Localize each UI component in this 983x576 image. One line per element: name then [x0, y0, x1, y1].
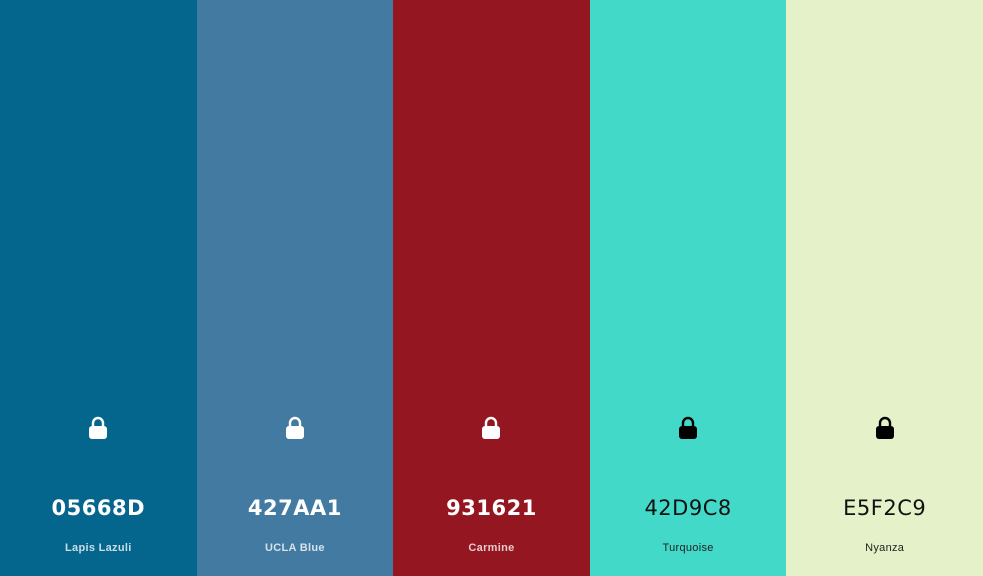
color-name: Carmine: [468, 542, 515, 554]
hex-code[interactable]: 05668D: [0, 496, 197, 520]
lock-icon[interactable]: [874, 416, 896, 440]
lock-icon[interactable]: [677, 416, 699, 440]
swatch-ucla-blue[interactable]: 427AA1 UCLA Blue: [196, 0, 394, 576]
color-name: Turquoise: [662, 542, 714, 554]
swatch-turquoise[interactable]: 42D9C8 Turquoise: [589, 0, 787, 576]
swatch-carmine[interactable]: 931621 Carmine: [393, 0, 590, 576]
color-name: Lapis Lazuli: [65, 542, 132, 554]
color-palette: 05668D Lapis Lazuli 427AA1 UCLA Blue 931…: [0, 0, 983, 576]
hex-code[interactable]: E5F2C9: [786, 496, 983, 520]
color-name: Nyanza: [865, 542, 905, 554]
color-name: UCLA Blue: [265, 542, 325, 554]
lock-icon[interactable]: [284, 416, 306, 440]
swatch-lapis-lazuli[interactable]: 05668D Lapis Lazuli: [0, 0, 197, 576]
lock-icon[interactable]: [480, 416, 502, 440]
hex-code[interactable]: 42D9C8: [590, 496, 787, 520]
hex-code[interactable]: 427AA1: [197, 496, 394, 520]
lock-icon[interactable]: [87, 416, 109, 440]
hex-code[interactable]: 931621: [393, 496, 590, 520]
swatch-nyanza[interactable]: E5F2C9 Nyanza: [786, 0, 983, 576]
